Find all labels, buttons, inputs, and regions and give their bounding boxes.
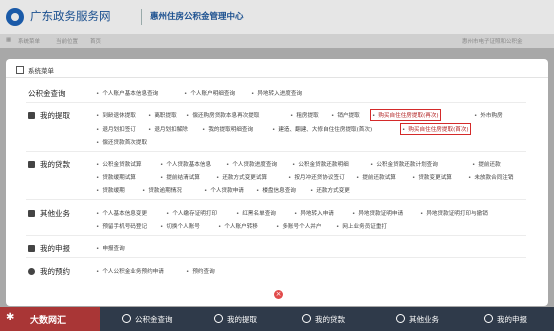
divider: [26, 102, 526, 103]
section-heading-booking: 我的预约: [28, 266, 70, 277]
grid-icon: [16, 66, 24, 74]
menu-item[interactable]: 销户提取: [331, 111, 359, 119]
declare-icon: [28, 245, 35, 252]
nav-item-withdraw[interactable]: 我的提取: [214, 314, 257, 325]
menu-item[interactable]: 退月划扣解除: [148, 125, 188, 133]
menu-item[interactable]: 个人缴存证明打印: [166, 209, 217, 217]
nav-item-declare[interactable]: 我的申报: [484, 314, 527, 325]
menu-item[interactable]: 贷款变更试算: [412, 173, 452, 181]
divider: [26, 235, 526, 236]
withdraw-icon: [28, 112, 35, 119]
breadcrumb-bar: ▦ 系统菜单 当前位置 首页 惠州市电子证照和公积金: [0, 34, 554, 48]
divider: [141, 9, 142, 25]
withdraw-icon: [214, 314, 223, 323]
menu-item-highlighted[interactable]: 购买自住住房提取(首次): [400, 123, 471, 135]
menu-item[interactable]: 偿还购房贷款本息再次提取: [186, 111, 259, 119]
menu-item[interactable]: 离职提取: [148, 111, 176, 119]
system-menu-modal: 系统菜单 公积金查询 个人账户基本信息查询 个人账户明细查询 异地转入进度查询 …: [6, 59, 548, 306]
search-icon: [122, 314, 131, 323]
menu-item[interactable]: 多账号个人并户: [276, 222, 321, 230]
menu-item[interactable]: 公积金贷款还款计划查询: [370, 160, 438, 168]
menu-item[interactable]: 按月冲还贷协议签订: [288, 173, 344, 181]
site-title[interactable]: 广东政务服务网: [30, 8, 111, 24]
divider: [26, 257, 526, 258]
menu-item[interactable]: 红黑名单查询: [236, 209, 276, 217]
modal-divider: [6, 77, 548, 78]
menu-item[interactable]: 贷款逾期情况: [142, 186, 182, 194]
menu-item[interactable]: 提前结清试算: [160, 173, 200, 181]
menu-item[interactable]: 公积金贷款还款明细: [292, 160, 348, 168]
menu-item[interactable]: 个人贷款进度查询: [226, 160, 277, 168]
menu-item[interactable]: 还款方式变更试算: [216, 173, 267, 181]
menu-item[interactable]: 个人公积金业务预约申请: [96, 267, 164, 275]
menu-item[interactable]: 偿还贷款首次提取: [96, 138, 147, 146]
menu-item[interactable]: 预约查询: [186, 267, 214, 275]
menu-item[interactable]: 个人贷款基本信息: [160, 160, 211, 168]
declare-icon: [484, 314, 493, 323]
menu-item[interactable]: 网上业务员证重打: [336, 222, 387, 230]
menu-item[interactable]: 贷款缓期: [96, 186, 124, 194]
menu-item[interactable]: 切换个人账号: [160, 222, 200, 230]
menu-item[interactable]: 申报查询: [96, 244, 124, 252]
section-heading-declare: 我的申报: [28, 243, 70, 254]
nav-item-loan[interactable]: 我的贷款: [302, 314, 345, 325]
bottom-nav: ✱ 大数网汇 公积金查询 我的提取 我的贷款 其他业务 我的申报: [0, 307, 554, 331]
section-heading-loan: 我的贷款: [28, 159, 70, 170]
menu-item[interactable]: 异地贷款证明申请: [352, 209, 403, 217]
section-heading-withdraw: 我的提取: [28, 110, 70, 121]
menu-item[interactable]: 退月划扣签订: [96, 125, 136, 133]
menu-item[interactable]: 公积金贷款试算: [96, 160, 141, 168]
menu-item[interactable]: 楼盘信息查询: [256, 186, 296, 194]
menu-item[interactable]: 提前还款: [472, 160, 500, 168]
divider: [26, 151, 526, 152]
menu-item[interactable]: 租房提取: [290, 111, 318, 119]
nav-item-query[interactable]: 公积金查询: [122, 314, 173, 325]
menu-item-highlighted[interactable]: 购买自住住房提取(再次): [370, 109, 441, 121]
breadcrumb-menu[interactable]: 系统菜单: [18, 37, 40, 45]
menu-item[interactable]: 预留手机号码登记: [96, 222, 147, 230]
menu-item[interactable]: 外市购房: [474, 111, 502, 119]
breadcrumb-location: 当前位置: [56, 39, 79, 45]
brand-logo: ✱ 大数网汇: [0, 307, 100, 331]
menu-item[interactable]: 个人账户明细查询: [184, 89, 235, 97]
nav-item-other[interactable]: 其他业务: [396, 314, 439, 325]
divider: [26, 199, 526, 200]
logo-icon: ✱: [6, 312, 15, 323]
menu-item[interactable]: 异地贷款证明打印与撤销: [420, 209, 488, 217]
menu-item[interactable]: 到龄退休提取: [96, 111, 136, 119]
breadcrumb-right[interactable]: 惠州市电子证照和公积金: [462, 37, 523, 45]
menu-item[interactable]: 还款方式变更: [310, 186, 350, 194]
close-icon[interactable]: ×: [274, 290, 283, 299]
clock-icon: [28, 268, 35, 275]
menu-item[interactable]: 贷款缓期试算: [96, 173, 136, 181]
other-icon: [396, 314, 405, 323]
menu-icon[interactable]: ▦: [6, 37, 11, 43]
modal-title: 系统菜单: [16, 65, 54, 75]
menu-item[interactable]: 个人账户基本信息查询: [96, 89, 158, 97]
loan-icon: [302, 314, 311, 323]
other-icon: [28, 210, 35, 217]
menu-item[interactable]: 我的提取明细查询: [202, 125, 253, 133]
menu-item[interactable]: 异地转入申请: [294, 209, 334, 217]
menu-item[interactable]: 个人基本信息变更: [96, 209, 147, 217]
menu-item[interactable]: 建造、翻建、大修自住住房提取(首次): [272, 125, 372, 133]
menu-item[interactable]: 个人账户转移: [218, 222, 258, 230]
gov-logo-icon: [6, 8, 24, 26]
menu-item[interactable]: 异地转入进度查询: [251, 89, 302, 97]
top-header: 广东政务服务网 惠州住房公积金管理中心: [0, 0, 554, 34]
loan-icon: [28, 161, 35, 168]
site-subtitle: 惠州住房公积金管理中心: [150, 12, 244, 22]
menu-item[interactable]: 个人贷款申请: [204, 186, 244, 194]
menu-item[interactable]: 未放款合同注销: [468, 173, 513, 181]
breadcrumb-home[interactable]: 首页: [90, 37, 101, 45]
section-heading-query: 公积金查询: [28, 89, 66, 98]
menu-item[interactable]: 提前还款试算: [356, 173, 396, 181]
section-heading-other: 其他业务: [28, 208, 70, 219]
